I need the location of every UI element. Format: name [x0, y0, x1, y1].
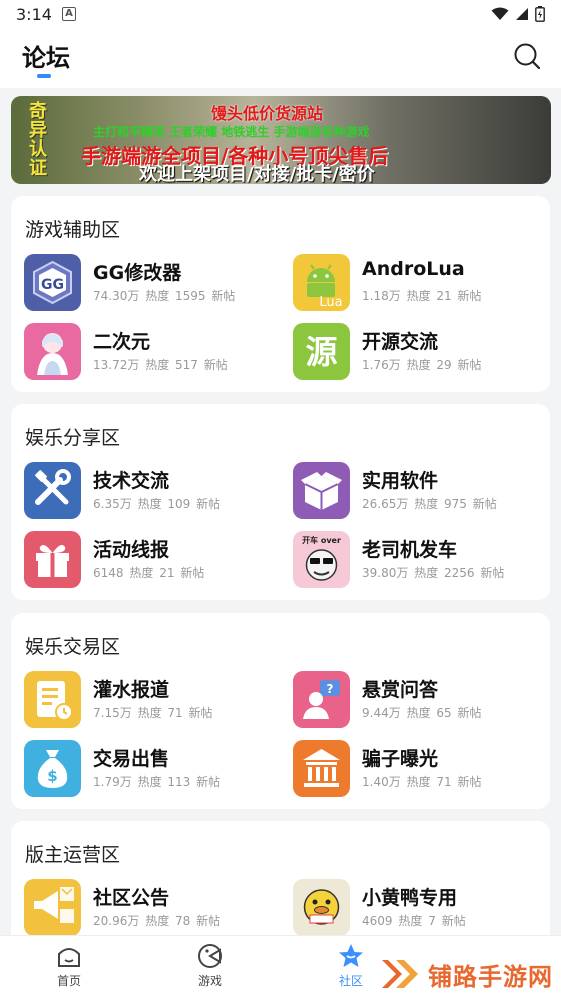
forum-stats: 6148 热度 21 新帖	[93, 566, 205, 580]
forum-stats: 74.30万 热度 1595 新帖	[93, 289, 236, 303]
forum-item[interactable]: $ 交易出售 1.79万 热度 113 新帖	[24, 740, 284, 798]
source-icon: 源	[293, 323, 350, 380]
forum-name: 老司机发车	[362, 539, 458, 561]
forum-name: 实用软件	[362, 470, 439, 492]
page-title: 论坛	[22, 44, 70, 72]
forum-item[interactable]: 开车 over 老司机发车 39.80万 热度 2256 新帖	[293, 531, 553, 589]
section-trade: 娱乐交易区 灌水报道 7.15万 热度 71 新帖 ? 悬赏问答 9.44万 热…	[11, 613, 550, 809]
community-icon	[339, 944, 363, 967]
section-title: 版主运营区	[25, 844, 121, 866]
svg-text:GG: GG	[41, 277, 64, 293]
forum-stats: 1.76万 热度 29 新帖	[362, 358, 482, 372]
forum-stats: 6.35万 热度 109 新帖	[93, 497, 221, 511]
watermark-logo-icon	[382, 960, 418, 988]
forum-stats: 1.40万 热度 71 新帖	[362, 775, 482, 789]
section-title: 娱乐交易区	[25, 636, 121, 658]
wifi-icon	[491, 7, 509, 20]
forum-item[interactable]: 活动线报 6148 热度 21 新帖	[24, 531, 284, 589]
banner-line2: 主打和平精英 王者荣耀 地铁逃生 手游端游各种游戏	[93, 125, 370, 139]
nav-games[interactable]: 游戏	[175, 942, 245, 989]
forum-name: GG修改器	[93, 262, 182, 284]
status-time: 3:14	[16, 4, 52, 24]
banner-line1: 馒头低价货源站	[211, 104, 324, 123]
section-title: 娱乐分享区	[25, 427, 121, 449]
title-indicator	[37, 74, 51, 78]
forum-name: 活动线报	[93, 539, 170, 561]
question-icon: ?	[293, 671, 350, 728]
nav-label: 游戏	[197, 974, 222, 988]
nav-community[interactable]: 社区	[316, 942, 386, 989]
tools-icon	[24, 462, 81, 519]
forum-stats: 1.18万 热度 21 新帖	[362, 289, 482, 303]
forum-item[interactable]: 源 开源交流 1.76万 热度 29 新帖	[293, 323, 553, 381]
battery-icon	[535, 6, 545, 22]
box-icon	[293, 462, 350, 519]
forum-name: 小黄鸭专用	[362, 887, 458, 909]
androlua-icon: Lua	[293, 254, 350, 311]
forum-name: 技术交流	[93, 470, 170, 492]
forum-name: 开源交流	[362, 331, 439, 353]
section-game-assist: 游戏辅助区 GG GG修改器 74.30万 热度 1595 新帖 Lua And…	[11, 196, 550, 392]
forum-item[interactable]: Lua AndroLua 1.18万 热度 21 新帖	[293, 254, 553, 312]
game-icon	[198, 944, 222, 968]
forum-item[interactable]: GG GG修改器 74.30万 热度 1595 新帖	[24, 254, 284, 312]
nav-home[interactable]: 首页	[34, 942, 104, 989]
forum-item[interactable]: ? 悬赏问答 9.44万 热度 65 新帖	[293, 671, 553, 729]
watermark-text: 铺路手游网	[428, 962, 553, 991]
site-watermark: 铺路手游网	[380, 956, 553, 992]
gg-icon: GG	[24, 254, 81, 311]
forum-stats: 9.44万 热度 65 新帖	[362, 706, 482, 720]
forum-item[interactable]: 社区公告 20.96万 热度 78 新帖	[24, 879, 284, 937]
forum-stats: 7.15万 热度 71 新帖	[93, 706, 213, 720]
section-entertainment-share: 娱乐分享区 技术交流 6.35万 热度 109 新帖 实用软件 26.65万 热…	[11, 404, 550, 600]
svg-text:?: ?	[327, 682, 334, 696]
forum-name: 二次元	[93, 331, 151, 353]
driver-icon: 开车 over	[293, 531, 350, 588]
forum-name: 悬赏问答	[362, 679, 439, 701]
notification-icon: A	[61, 7, 76, 21]
forum-stats: 1.79万 热度 113 新帖	[93, 775, 221, 789]
anime-icon	[24, 323, 81, 380]
forum-stats: 4609 热度 7 新帖	[362, 914, 466, 928]
forum-item[interactable]: 实用软件 26.65万 热度 975 新帖	[293, 462, 553, 520]
forum-name: 灌水报道	[93, 679, 170, 701]
megaphone-icon	[24, 879, 81, 936]
forum-name: 交易出售	[93, 748, 170, 770]
forum-stats: 13.72万 热度 517 新帖	[93, 358, 228, 372]
forum-name: AndroLua	[362, 258, 465, 280]
app-header: 论坛	[0, 28, 561, 88]
svg-text:Lua: Lua	[319, 295, 342, 310]
bottom-navigation: 首页 游戏 社区 铺路手游网	[0, 935, 561, 1000]
duck-icon	[293, 879, 350, 936]
money-bag-icon: $	[24, 740, 81, 797]
status-bar: 3:14 A	[0, 0, 561, 28]
signal-icon	[516, 8, 528, 20]
svg-text:开车 over: 开车 over	[302, 535, 341, 545]
forum-stats: 20.96万 热度 78 新帖	[93, 914, 221, 928]
bank-icon	[293, 740, 350, 797]
nav-label: 社区	[338, 974, 363, 988]
promo-banner[interactable]: 奇 异 认 证 馒头低价货源站 主打和平精英 王者荣耀 地铁逃生 手游端游各种游…	[11, 96, 551, 184]
forum-item[interactable]: 技术交流 6.35万 热度 109 新帖	[24, 462, 284, 520]
svg-text:源: 源	[305, 333, 337, 371]
banner-line4: 欢迎上架项目/对接/批卡/密价	[139, 164, 375, 184]
forum-item[interactable]: 灌水报道 7.15万 热度 71 新帖	[24, 671, 284, 729]
forum-name: 社区公告	[93, 887, 170, 909]
note-icon	[24, 671, 81, 728]
forum-item[interactable]: 小黄鸭专用 4609 热度 7 新帖	[293, 879, 553, 937]
banner-side-text: 奇 异 认 证	[29, 101, 47, 179]
gift-icon	[24, 531, 81, 588]
forum-item[interactable]: 骗子曝光 1.40万 热度 71 新帖	[293, 740, 553, 798]
nav-label: 首页	[56, 974, 81, 988]
forum-stats: 26.65万 热度 975 新帖	[362, 497, 497, 511]
forum-stats: 39.80万 热度 2256 新帖	[362, 566, 505, 580]
home-icon	[58, 948, 80, 967]
forum-name: 骗子曝光	[362, 748, 439, 770]
forum-item[interactable]: 二次元 13.72万 热度 517 新帖	[24, 323, 284, 381]
svg-text:$: $	[47, 767, 57, 785]
section-title: 游戏辅助区	[25, 219, 121, 241]
search-icon[interactable]	[513, 42, 541, 70]
